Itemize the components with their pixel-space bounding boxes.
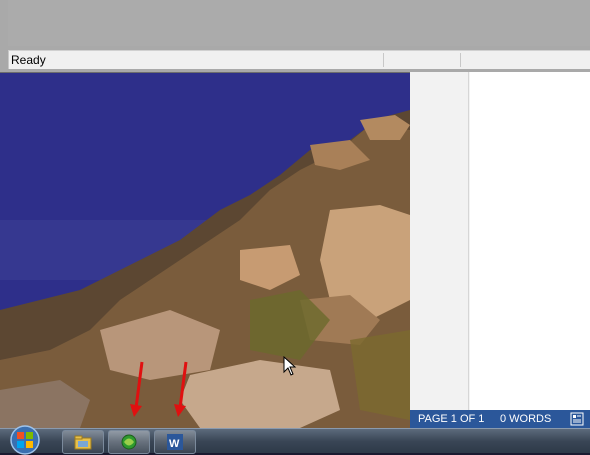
word-window: PAGE 1 OF 1 0 WORDS [410,72,590,428]
taskbar: W [0,425,590,455]
word-document-page[interactable] [470,72,590,410]
status-separator [383,53,384,67]
word-status-bar: PAGE 1 OF 1 0 WORDS [410,410,590,428]
mouse-cursor-icon [283,356,297,376]
windows-logo-icon[interactable] [6,425,44,455]
taskbar-explorer-button[interactable] [62,430,104,454]
word-side-margin [410,72,469,410]
red-annotation-arrow-1 [130,361,144,417]
taskbar-word-button[interactable]: W [154,430,196,454]
word-icon: W [167,434,183,450]
svg-text:W: W [169,438,180,450]
green-app-icon [121,434,137,450]
status-bar: Ready [8,50,590,69]
word-count-indicator[interactable]: 0 WORDS [500,413,551,425]
page-count-indicator[interactable]: PAGE 1 OF 1 [418,413,484,425]
taskbar-green-app-button[interactable] [108,430,150,454]
red-annotation-arrow-2 [174,361,188,417]
paint-window: Ready [0,0,590,73]
print-layout-icon[interactable] [570,412,584,426]
canvas-area[interactable] [8,0,590,46]
status-text: Ready [11,53,46,67]
status-separator [460,53,461,67]
file-explorer-icon [74,435,92,450]
